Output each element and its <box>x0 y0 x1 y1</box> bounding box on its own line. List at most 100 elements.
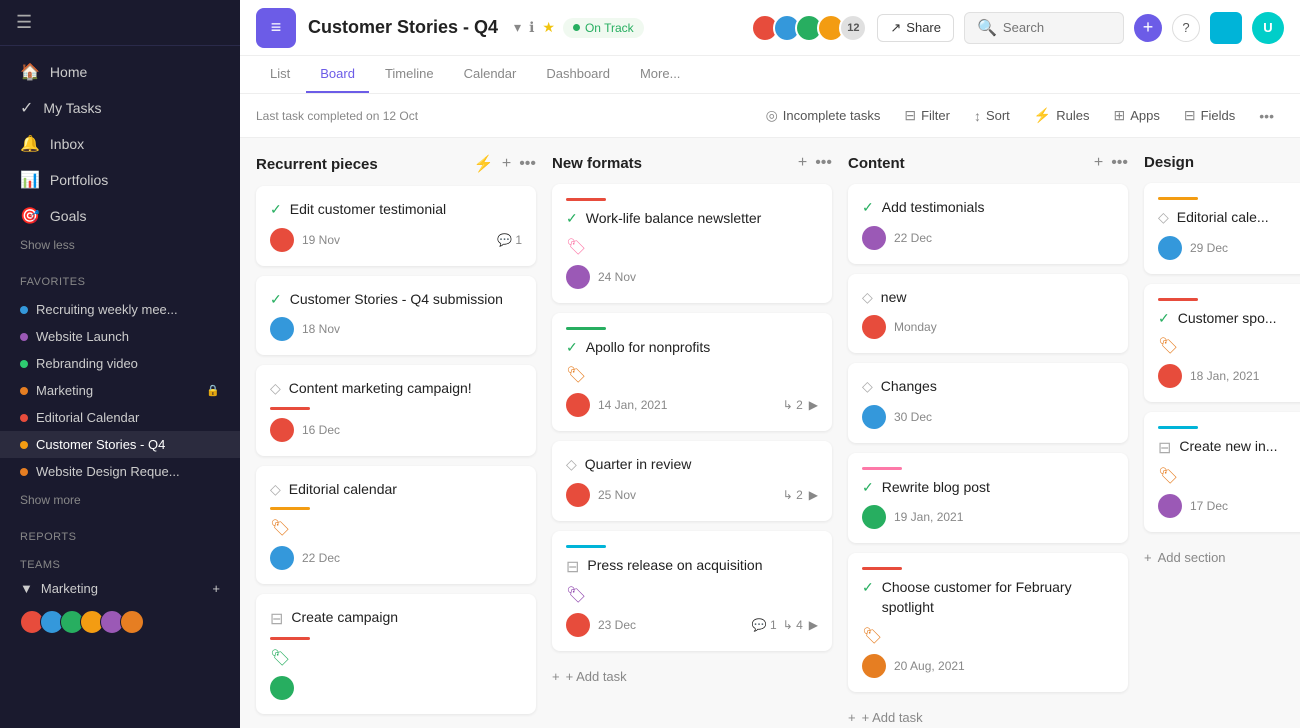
card-footer: 23 Dec 💬 1 ↳ 4 ▶ <box>566 613 818 637</box>
add-task-button[interactable]: + + Add task <box>552 661 832 692</box>
collapse-icon[interactable]: ☰ <box>16 12 32 33</box>
chevron-icon: ▼ <box>20 581 33 596</box>
tab-board[interactable]: Board <box>306 56 369 93</box>
tab-dashboard[interactable]: Dashboard <box>532 56 624 93</box>
add-button[interactable]: + <box>1134 14 1162 42</box>
card-footer: 17 Dec <box>1158 494 1300 518</box>
card[interactable]: ✓ Edit customer testimonial 19 Nov 💬 1 <box>256 186 536 266</box>
sort-button[interactable]: ↕ Sort <box>964 103 1020 129</box>
add-section-label: Add section <box>1158 550 1226 565</box>
sidebar-item-label: Home <box>50 64 87 80</box>
card[interactable]: ✓ Choose customer for February spotlight… <box>848 553 1128 691</box>
card[interactable]: ✓ Add testimonials 22 Dec <box>848 184 1128 264</box>
add-team-icon[interactable]: + <box>212 581 220 596</box>
favorites-section: Favorites <box>0 264 240 292</box>
card[interactable]: ◇ Quarter in review 25 Nov ↳ 2 ▶ <box>552 441 832 521</box>
sidebar-item-portfolios[interactable]: 📊 Portfolios <box>0 162 240 198</box>
sidebar-item-marketing[interactable]: Marketing 🔒 <box>0 377 240 404</box>
avatar <box>862 654 886 678</box>
app-icon: ≡ <box>256 8 296 48</box>
view-toggle[interactable] <box>1210 12 1242 44</box>
apps-label: Apps <box>1130 108 1160 123</box>
card[interactable]: ◇ Content marketing campaign! 16 Dec <box>256 365 536 456</box>
user-avatar[interactable]: U <box>1252 12 1284 44</box>
card[interactable]: ✓ Customer Stories - Q4 submission 18 No… <box>256 276 536 356</box>
card[interactable]: ◇ Changes 30 Dec <box>848 363 1128 443</box>
card[interactable]: ✓ Rewrite blog post 19 Jan, 2021 <box>848 453 1128 544</box>
sidebar-item-label: Goals <box>50 208 87 224</box>
sidebar-item-customer-stories[interactable]: Customer Stories - Q4 <box>0 431 240 458</box>
add-card-icon[interactable]: + <box>798 154 807 172</box>
sidebar-item-editorial[interactable]: Editorial Calendar <box>0 404 240 431</box>
sidebar-item-rebranding[interactable]: Rebranding video <box>0 350 240 377</box>
sidebar-item-my-tasks[interactable]: ✓ My Tasks <box>0 90 240 126</box>
card[interactable]: ✓ Apollo for nonprofits 🏷 14 Jan, 2021 ↳… <box>552 313 832 432</box>
ellipsis-icon: ••• <box>1259 108 1274 124</box>
card[interactable]: ◇ new Monday <box>848 274 1128 354</box>
info-icon[interactable]: ℹ <box>529 19 534 36</box>
column-more-icon[interactable]: ••• <box>519 155 536 173</box>
add-card-icon[interactable]: + <box>1094 154 1103 172</box>
sidebar-item-website-design[interactable]: Website Design Reque... <box>0 458 240 485</box>
add-task-button[interactable]: + + Add task <box>848 702 1128 728</box>
star-icon[interactable]: ★ <box>542 19 555 36</box>
fav-label: Website Design Reque... <box>36 464 180 479</box>
tab-calendar[interactable]: Calendar <box>450 56 531 93</box>
add-section-button[interactable]: + Add section <box>1144 542 1300 573</box>
priority-bar <box>270 637 310 640</box>
column-more-icon[interactable]: ••• <box>815 154 832 172</box>
avatar <box>566 613 590 637</box>
check-icon: ✓ <box>1158 310 1170 327</box>
dot-icon <box>20 441 28 449</box>
column-more-icon[interactable]: ••• <box>1111 154 1128 172</box>
card-header: ◇ Content marketing campaign! <box>270 379 522 399</box>
sidebar-item-recruiting[interactable]: Recruiting weekly mee... <box>0 296 240 323</box>
dot-icon <box>20 468 28 476</box>
add-card-icon[interactable]: + <box>502 155 511 173</box>
share-button[interactable]: ↗ Share <box>877 14 954 42</box>
help-button[interactable]: ? <box>1172 14 1200 42</box>
fields-icon: ⊟ <box>1184 107 1196 124</box>
filter-button[interactable]: ⊟ Filter <box>894 102 960 129</box>
sidebar-item-website-launch[interactable]: Website Launch <box>0 323 240 350</box>
avatar <box>566 393 590 417</box>
card-date: 24 Nov <box>598 270 636 284</box>
tab-timeline[interactable]: Timeline <box>371 56 448 93</box>
add-task-button[interactable]: + + Add task <box>256 724 536 728</box>
more-options-button[interactable]: ••• <box>1249 103 1284 129</box>
sidebar-item-home[interactable]: 🏠 Home <box>0 54 240 90</box>
filter-icon: ⊟ <box>904 107 916 124</box>
tag-icon: 🏷 <box>566 239 586 256</box>
sidebar-item-team-marketing[interactable]: ▼ Marketing + <box>0 575 240 602</box>
card[interactable]: ⊟ Create new in... 🏷 17 Dec <box>1144 412 1300 532</box>
search-bar[interactable]: 🔍 <box>964 12 1124 44</box>
incomplete-tasks-button[interactable]: ◎ Incomplete tasks <box>756 102 891 129</box>
tag-icon: 🏷 <box>566 587 586 604</box>
apps-button[interactable]: ⊞ Apps <box>1103 102 1169 129</box>
chevron-down-icon[interactable]: ▾ <box>514 19 521 36</box>
card[interactable]: ✓ Customer spo... 🏷 18 Jan, 2021 <box>1144 284 1300 403</box>
card[interactable]: ◇ Editorial calendar 🏷 22 Dec <box>256 466 536 585</box>
card-footer: 19 Jan, 2021 <box>862 505 1114 529</box>
team-label: Marketing <box>41 581 98 596</box>
card-date: 22 Dec <box>302 551 340 565</box>
card-date: 19 Jan, 2021 <box>894 510 963 524</box>
card[interactable]: ✓ Work-life balance newsletter 🏷 24 Nov <box>552 184 832 303</box>
fav-label: Rebranding video <box>36 356 138 371</box>
show-more-toggle[interactable]: Show more <box>0 489 240 511</box>
fields-button[interactable]: ⊟ Fields <box>1174 102 1245 129</box>
sidebar-item-goals[interactable]: 🎯 Goals <box>0 198 240 234</box>
tab-list[interactable]: List <box>256 56 304 93</box>
dot-icon <box>20 387 28 395</box>
card-title: Choose customer for February spotlight <box>882 578 1114 617</box>
search-input[interactable] <box>1003 20 1103 35</box>
card[interactable]: ⊟ Press release on acquisition 🏷 23 Dec … <box>552 531 832 651</box>
tab-more[interactable]: More... <box>626 56 694 93</box>
sort-icon: ↕ <box>974 108 981 124</box>
card[interactable]: ◇ Editorial cale... 29 Dec <box>1144 183 1300 274</box>
status-badge[interactable]: On Track <box>563 18 644 38</box>
show-less-toggle[interactable]: Show less <box>0 234 240 256</box>
rules-button[interactable]: ⚡ Rules <box>1024 102 1100 129</box>
sidebar-item-inbox[interactable]: 🔔 Inbox <box>0 126 240 162</box>
card[interactable]: ⊟ Create campaign 🏷 <box>256 594 536 714</box>
